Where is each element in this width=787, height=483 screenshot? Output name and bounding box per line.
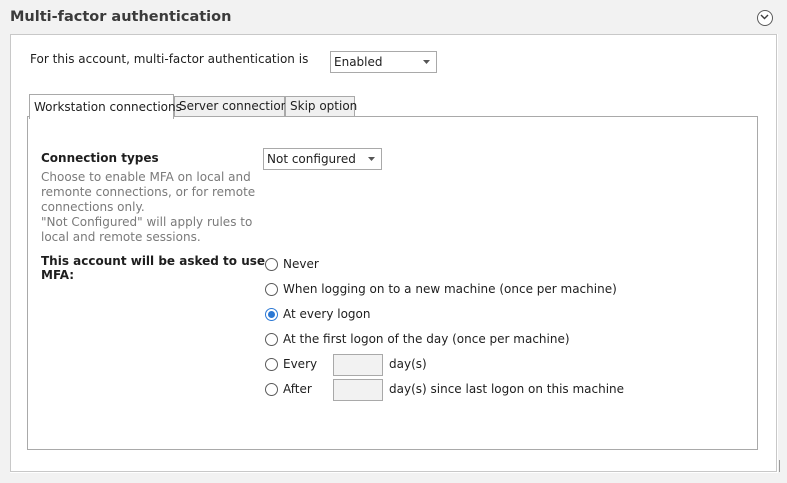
ask-mfa-label-line: MFA: [41,268,75,282]
help-line: Choose to enable MFA on local and [41,170,251,184]
radio-button[interactable] [265,333,278,346]
help-line: connections only. [41,200,145,214]
radio-button[interactable] [265,283,278,296]
help-line: remonte connections, or for remote [41,185,256,199]
left-margin [0,34,10,483]
tab-server-connections[interactable]: Server connections [174,96,295,116]
connection-types-label: Connection types [41,151,159,165]
radio-label: After [283,382,312,396]
radio-button[interactable] [265,258,278,271]
resize-grip[interactable] [779,460,782,472]
right-margin [778,34,787,483]
section-header: Multi-factor authentication [0,0,787,34]
after-days-input[interactable] [333,379,383,401]
caret-down-icon [423,60,430,64]
radio-button[interactable] [265,358,278,371]
ask-mfa-label-line: This account will be asked to use [41,254,266,268]
radio-label: When logging on to a new machine (once p… [283,282,617,296]
help-line: "Not Configured" will apply rules to [41,215,253,229]
mfa-status-value: Enabled [334,55,383,69]
chevron-down-icon [760,14,769,20]
connection-types-value: Not configured [267,152,356,166]
radio-button[interactable] [265,383,278,396]
connection-types-help: Choose to enable MFA on local and remont… [41,170,255,245]
section-title: Multi-factor authentication [10,9,232,25]
mfa-status-select[interactable]: Enabled [330,51,437,73]
after-days-suffix: day(s) since last logon on this machine [389,382,625,396]
bottom-margin [0,473,787,483]
radio-label: At every logon [283,307,371,321]
ask-mfa-label: This account will be asked to use MFA: [41,254,265,282]
help-line: local and remote sessions. [41,230,201,244]
caret-down-icon [368,157,375,161]
connection-types-select[interactable]: Not configured [263,148,382,170]
radio-button-checked[interactable] [265,308,278,321]
radio-label: Every [283,357,318,371]
every-days-input[interactable] [333,354,383,376]
tab-skip-option[interactable]: Skip option [285,96,358,116]
tab-workstation-connections[interactable]: Workstation connections [29,94,182,119]
tab-label: Server connections [179,99,295,113]
radio-label: At the first logon of the day (once per … [283,332,570,346]
radio-label: Never [283,257,319,271]
collapse-button[interactable] [757,10,773,26]
tab-label: Skip option [290,99,358,113]
tab-label: Workstation connections [34,100,182,114]
every-days-suffix: day(s) [389,357,427,371]
mfa-status-label: For this account, multi-factor authentic… [30,52,309,66]
